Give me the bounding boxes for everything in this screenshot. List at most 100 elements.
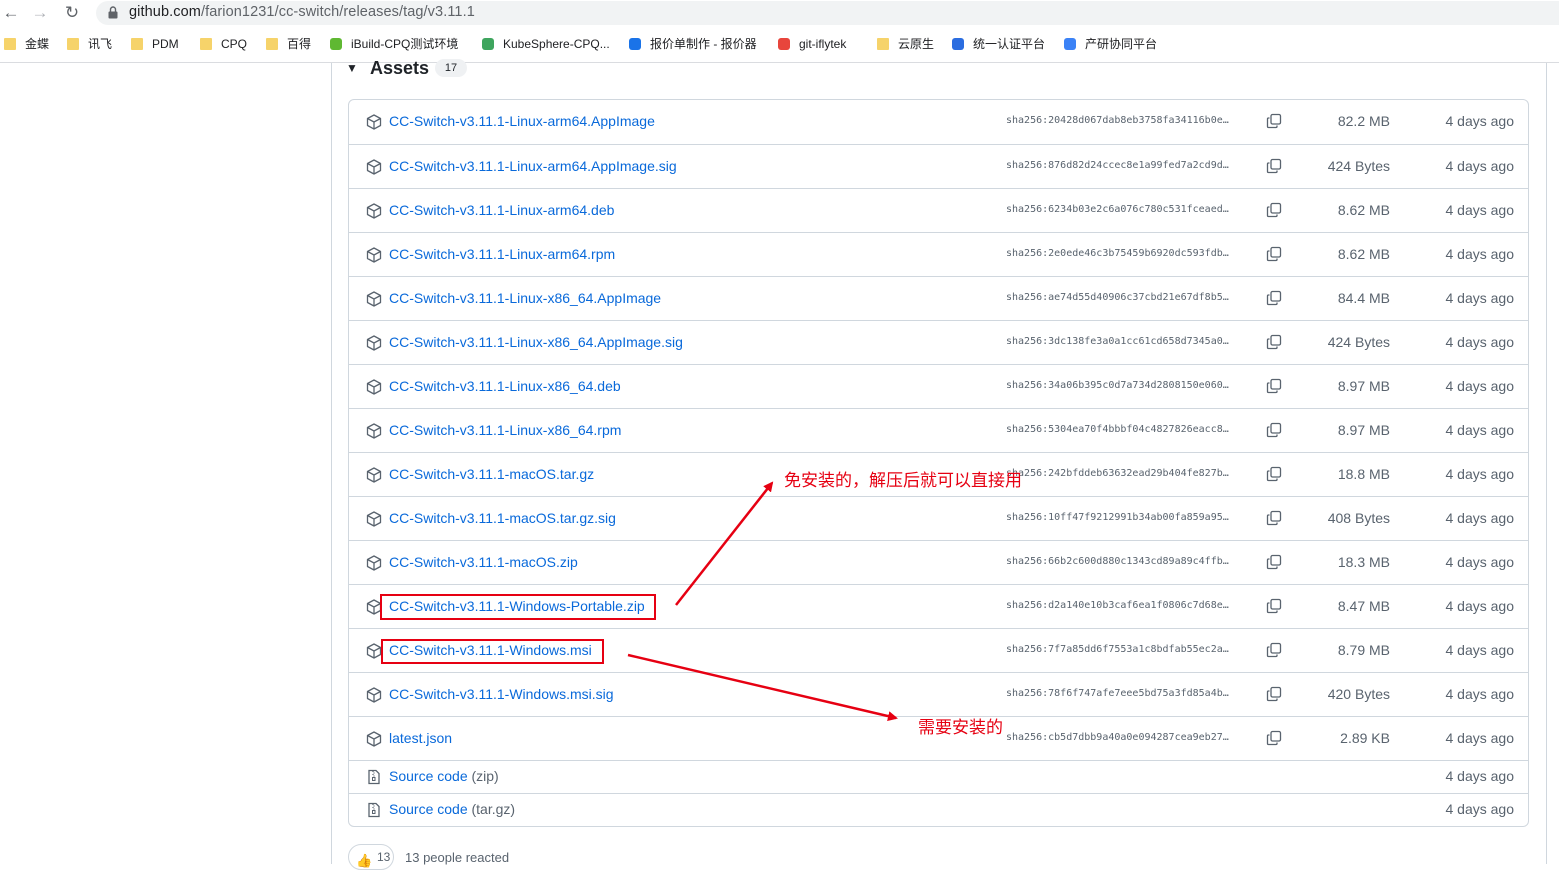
asset-download-link[interactable]: CC-Switch-v3.11.1-Linux-x86_64.AppImage: [389, 290, 661, 306]
copy-icon[interactable]: [1266, 202, 1282, 218]
asset-row: CC-Switch-v3.11.1-Linux-x86_64.deb sha256…: [349, 364, 1528, 408]
bookmark-item[interactable]: KubeSphere-CPQ...: [482, 34, 610, 54]
asset-sha256: sha256:78f6f747afe7eee5bd75a3fd85a4b…: [1006, 688, 1229, 699]
copy-icon[interactable]: [1266, 422, 1282, 438]
copy-icon[interactable]: [1266, 642, 1282, 658]
bookmarks-bar: 金蝶 讯飞 PDM CPQ 百得 iBuild-CPQ测试环境 KubeSphere-CPQ…: [0, 31, 1559, 57]
asset-download-link[interactable]: CC-Switch-v3.11.1-Linux-arm64.AppImage.s…: [389, 158, 677, 174]
asset-date: 4 days ago: [1445, 113, 1515, 129]
copy-icon[interactable]: [1266, 466, 1282, 482]
asset-row: CC-Switch-v3.11.1-Windows.msi.sig sha256:…: [349, 672, 1528, 716]
source-code-row: Source code (zip) 4 days ago: [349, 760, 1528, 793]
asset-download-link[interactable]: CC-Switch-v3.11.1-macOS.tar.gz.sig: [389, 510, 616, 526]
kubesphere-icon: [482, 38, 494, 50]
asset-size: 18.8 MB: [1337, 466, 1390, 482]
asset-size: 82.2 MB: [1337, 113, 1390, 129]
asset-sha256: sha256:7f7a85dd6f7553a1c8bdfab55ec2a…: [1006, 644, 1229, 655]
file-zip-icon: [366, 802, 382, 818]
copy-icon[interactable]: [1266, 510, 1282, 526]
auth-icon: [952, 38, 964, 50]
asset-row: CC-Switch-v3.11.1-Linux-arm64.deb sha256:…: [349, 188, 1528, 232]
copy-icon[interactable]: [1266, 334, 1282, 350]
asset-row: CC-Switch-v3.11.1-macOS.zip sha256:66b2c6…: [349, 540, 1528, 584]
thumbs-up-reaction[interactable]: 👍 13: [348, 844, 394, 870]
package-icon: [366, 291, 382, 307]
copy-icon[interactable]: [1266, 113, 1282, 129]
asset-date: 4 days ago: [1445, 334, 1515, 350]
asset-download-link[interactable]: CC-Switch-v3.11.1-Linux-arm64.deb: [389, 202, 614, 218]
asset-download-link[interactable]: CC-Switch-v3.11.1-Linux-arm64.rpm: [389, 246, 615, 262]
address-bar[interactable]: github.com/farion1231/cc-switch/releases…: [96, 1, 1559, 25]
bookmark-label: 云原生: [898, 37, 935, 51]
package-icon: [366, 203, 382, 219]
source-code-link[interactable]: Source code (tar.gz): [389, 801, 515, 817]
package-icon: [366, 643, 382, 659]
copy-icon[interactable]: [1266, 378, 1282, 394]
copy-icon[interactable]: [1266, 158, 1282, 174]
copy-icon[interactable]: [1266, 686, 1282, 702]
source-code-link[interactable]: Source code (zip): [389, 768, 499, 784]
copy-icon[interactable]: [1266, 290, 1282, 306]
folder-icon: [200, 38, 212, 50]
bookmark-label: 金蝶: [25, 37, 50, 51]
package-icon: [366, 379, 382, 395]
bookmark-label: 百得: [287, 37, 312, 51]
back-icon[interactable]: ←: [0, 2, 22, 24]
asset-date: 4 days ago: [1445, 422, 1515, 438]
package-icon: [366, 467, 382, 483]
asset-size: 8.97 MB: [1337, 422, 1390, 438]
bookmark-item[interactable]: iBuild-CPQ测试环境: [330, 34, 458, 54]
asset-download-link[interactable]: CC-Switch-v3.11.1-Linux-x86_64.deb: [389, 378, 621, 394]
bookmark-item[interactable]: 云原生: [877, 34, 934, 54]
asset-date: 4 days ago: [1445, 158, 1515, 174]
bookmark-label: git-iflytek: [799, 37, 847, 51]
bookmark-item[interactable]: CPQ: [200, 34, 247, 54]
asset-row: CC-Switch-v3.11.1-Linux-x86_64.AppImage s…: [349, 276, 1528, 320]
asset-download-link[interactable]: CC-Switch-v3.11.1-Linux-x86_64.AppImage.…: [389, 334, 683, 350]
asset-size: 8.79 MB: [1337, 642, 1390, 658]
asset-download-link[interactable]: CC-Switch-v3.11.1-Linux-arm64.AppImage: [389, 113, 655, 129]
copy-icon[interactable]: [1266, 598, 1282, 614]
bookmark-label: 讯飞: [88, 37, 113, 51]
asset-download-link[interactable]: CC-Switch-v3.11.1-Windows.msi.sig: [389, 686, 614, 702]
reload-icon[interactable]: ↻: [61, 2, 83, 24]
asset-date: 4 days ago: [1445, 730, 1515, 746]
asset-size: 8.62 MB: [1337, 202, 1390, 218]
bookmark-item[interactable]: git-iflytek: [778, 34, 846, 54]
asset-download-link[interactable]: CC-Switch-v3.11.1-macOS.tar.gz: [389, 466, 594, 482]
assets-title: Assets: [370, 58, 430, 78]
asset-sha256: sha256:cb5d7dbb9a40a0e094287cea9eb27…: [1006, 732, 1229, 743]
asset-date: 4 days ago: [1445, 510, 1515, 526]
highlight-windows-msi: [381, 639, 604, 664]
folder-icon: [266, 38, 278, 50]
asset-download-link[interactable]: CC-Switch-v3.11.1-Linux-x86_64.rpm: [389, 422, 621, 438]
asset-size: 18.3 MB: [1337, 554, 1390, 570]
annotation-portable: 免安装的，解压后就可以直接用: [784, 471, 1022, 490]
asset-date: 4 days ago: [1445, 466, 1515, 482]
bookmark-label: KubeSphere-CPQ...: [503, 37, 610, 51]
asset-date: 4 days ago: [1445, 290, 1515, 306]
forward-icon[interactable]: →: [29, 2, 51, 24]
package-icon: [366, 335, 382, 351]
copy-icon[interactable]: [1266, 554, 1282, 570]
bookmark-item[interactable]: 产研协同平台: [1064, 34, 1157, 54]
bookmark-item[interactable]: 百得: [266, 34, 311, 54]
asset-download-link[interactable]: latest.json: [389, 730, 452, 746]
source-code-ext: (tar.gz): [471, 801, 516, 817]
bookmark-item[interactable]: 金蝶: [4, 34, 49, 54]
copy-icon[interactable]: [1266, 730, 1282, 746]
bookmark-item[interactable]: 报价单制作 - 报价器: [629, 34, 757, 54]
asset-download-link[interactable]: CC-Switch-v3.11.1-macOS.zip: [389, 554, 578, 570]
file-zip-icon: [366, 769, 382, 785]
bookmark-item[interactable]: 讯飞: [67, 34, 112, 54]
copy-icon[interactable]: [1266, 246, 1282, 262]
package-icon: [366, 511, 382, 527]
assets-count-badge: 17: [435, 59, 467, 77]
asset-row: CC-Switch-v3.11.1-macOS.tar.gz.sig sha256…: [349, 496, 1528, 540]
triangle-down-icon: ▼: [346, 61, 358, 75]
asset-date: 4 days ago: [1445, 642, 1515, 658]
asset-date: 4 days ago: [1445, 202, 1515, 218]
bookmark-item[interactable]: 统一认证平台: [952, 34, 1045, 54]
folder-icon: [67, 38, 79, 50]
bookmark-item[interactable]: PDM: [131, 34, 179, 54]
